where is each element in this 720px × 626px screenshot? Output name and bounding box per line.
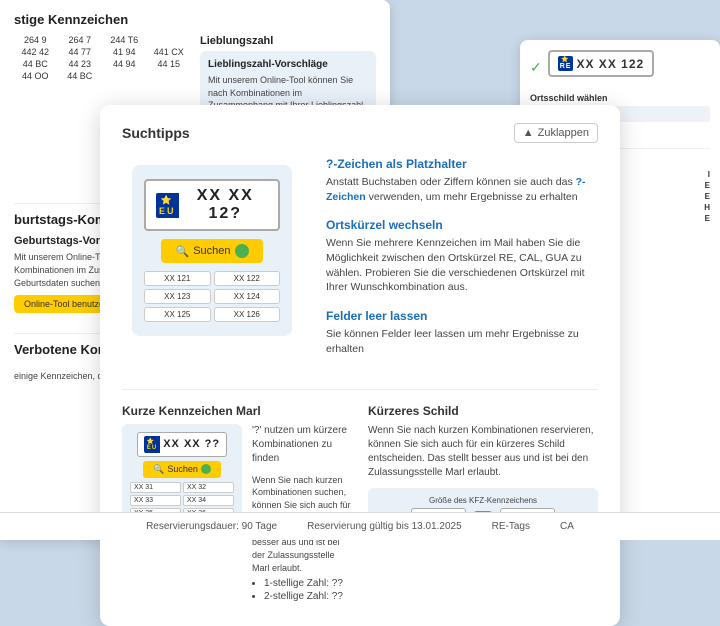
bottom-left-title: Kurze Kennzeichen Marl: [122, 404, 352, 418]
main-plate-display: ⭐EU XX XX 12?: [144, 179, 280, 231]
search-button-illus: 🔍 Suchen: [161, 239, 262, 263]
bottom-right-section: Kürzeres Schild Wenn Sie nach kurzen Kom…: [368, 404, 598, 605]
search-icon-illus: 🔍: [175, 245, 189, 258]
bottom-right-text: Wenn Sie nach kurzen Kombinationen reser…: [368, 424, 598, 480]
number-grid: 264 9 264 7 244 T6 442 42 44 77 41 94 44…: [14, 35, 190, 81]
suggestion-heading: Lieblingszahl-Vorschläge: [208, 59, 368, 70]
modal-illustration: ⭐EU XX XX 12? 🔍 Suchen XX 121 XX 122 XX …: [122, 157, 302, 371]
tip1-title: ?-Zeichen als Platzhalter: [326, 157, 598, 171]
reservation-duration: Reservierungsdauer: 90 Tage: [146, 521, 277, 532]
toggle-row: Größe des KFZ-Kennzeichens: [429, 496, 537, 505]
section1-sub: Lieblungszahl: [200, 35, 376, 47]
ca-label: CA: [560, 521, 574, 532]
tips-container: ?-Zeichen als Platzhalter Anstatt Buchst…: [318, 157, 598, 371]
plate-blue-strip: ⭐ RE: [558, 56, 574, 71]
reservation-valid-until: Reservierung gültig bis 13.01.2025: [307, 521, 462, 532]
size-label: Größe des KFZ-Kennzeichens: [429, 496, 537, 505]
small-search-btn: 🔍 Suchen: [143, 461, 221, 478]
tip2-title: Ortskürzel wechseln: [326, 218, 598, 232]
results-grid: XX 121 XX 122 XX 123 XX 124 XX 125 XX 12…: [144, 271, 280, 322]
tip3-section: Felder leer lassen Sie können Felder lee…: [326, 309, 598, 356]
section1-heading: stige Kennzeichen: [14, 12, 376, 27]
green-circle: [235, 244, 249, 258]
chevron-up-icon: ▲: [523, 127, 534, 139]
collapse-button[interactable]: ▲ Zuklappen: [514, 123, 598, 143]
check-icon: ✓: [530, 59, 542, 76]
bottom-left-subtitle: '?' nutzen um kürzere Kombinationen zu f…: [252, 424, 352, 466]
small-plate-eu-strip: ⭐EU: [144, 436, 160, 453]
modal-suchtipps: Suchtipps ▲ Zuklappen ⭐EU XX XX 12? 🔍 Su…: [100, 105, 620, 626]
re-tags-label: RE-Tags: [492, 521, 530, 532]
bottom-bullets: 1-stellige Zahl: ?? 2-stellige Zahl: ??: [252, 578, 352, 602]
bottom-left-section: Kurze Kennzeichen Marl ⭐EU XX XX ?? 🔍 Su…: [122, 404, 352, 605]
plate-eu-strip: ⭐EU: [156, 193, 179, 218]
tip3-title: Felder leer lassen: [326, 309, 598, 323]
right-panel-plate: ⭐ RE XX XX 122: [548, 50, 654, 77]
small-search-icon: 🔍: [153, 464, 164, 475]
tip2-section: Ortskürzel wechseln Wenn Sie mehrere Ken…: [326, 218, 598, 295]
modal-title: Suchtipps: [122, 125, 190, 141]
modal-bottom-grid: Kurze Kennzeichen Marl ⭐EU XX XX ?? 🔍 Su…: [122, 404, 598, 605]
ortsschild-label: Ortsschild wählen: [530, 93, 710, 103]
tip1-section: ?-Zeichen als Platzhalter Anstatt Buchst…: [326, 157, 598, 204]
small-green-circle: [201, 464, 211, 474]
small-plate-display: ⭐EU XX XX ??: [137, 432, 227, 457]
tip2-text: Wenn Sie mehrere Kennzeichen im Mail hab…: [326, 236, 598, 295]
bottom-right-title: Kürzeres Schild: [368, 404, 598, 418]
tip1-text: Anstatt Buchstaben oder Ziffern können s…: [326, 175, 598, 204]
tip3-text: Sie können Felder leer lassen um mehr Er…: [326, 327, 598, 356]
plate-illustration-box: ⭐EU XX XX 12? 🔍 Suchen XX 121 XX 122 XX …: [132, 165, 292, 336]
modal-bottom-section: Kurze Kennzeichen Marl ⭐EU XX XX ?? 🔍 Su…: [122, 389, 598, 605]
footer-bar: Reservierungsdauer: 90 Tage Reservierung…: [0, 512, 720, 540]
